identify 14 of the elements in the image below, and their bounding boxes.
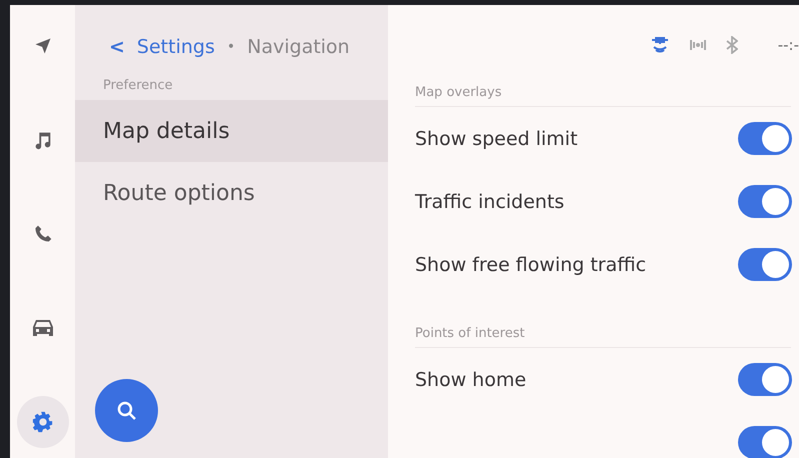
menu-item[interactable]: Route options [75, 162, 388, 224]
setting-label: Traffic incidents [415, 190, 564, 212]
breadcrumb-link[interactable]: Settings [136, 36, 215, 58]
breadcrumb-current: Navigation [247, 36, 350, 58]
section-label: Preference [102, 77, 174, 95]
setting-label: Show home [415, 368, 526, 390]
breadcrumb-separator: • [226, 39, 236, 55]
section-title: Map overlays [415, 85, 791, 107]
setting-label: Show free flowing traffic [415, 254, 646, 276]
setting-label: Show speed limit [415, 128, 578, 150]
clock-text: --:- [778, 36, 799, 54]
menu-item[interactable]: Map details [75, 100, 388, 162]
back-button[interactable]: < [109, 36, 125, 58]
section-title: Points of interest [415, 326, 791, 348]
